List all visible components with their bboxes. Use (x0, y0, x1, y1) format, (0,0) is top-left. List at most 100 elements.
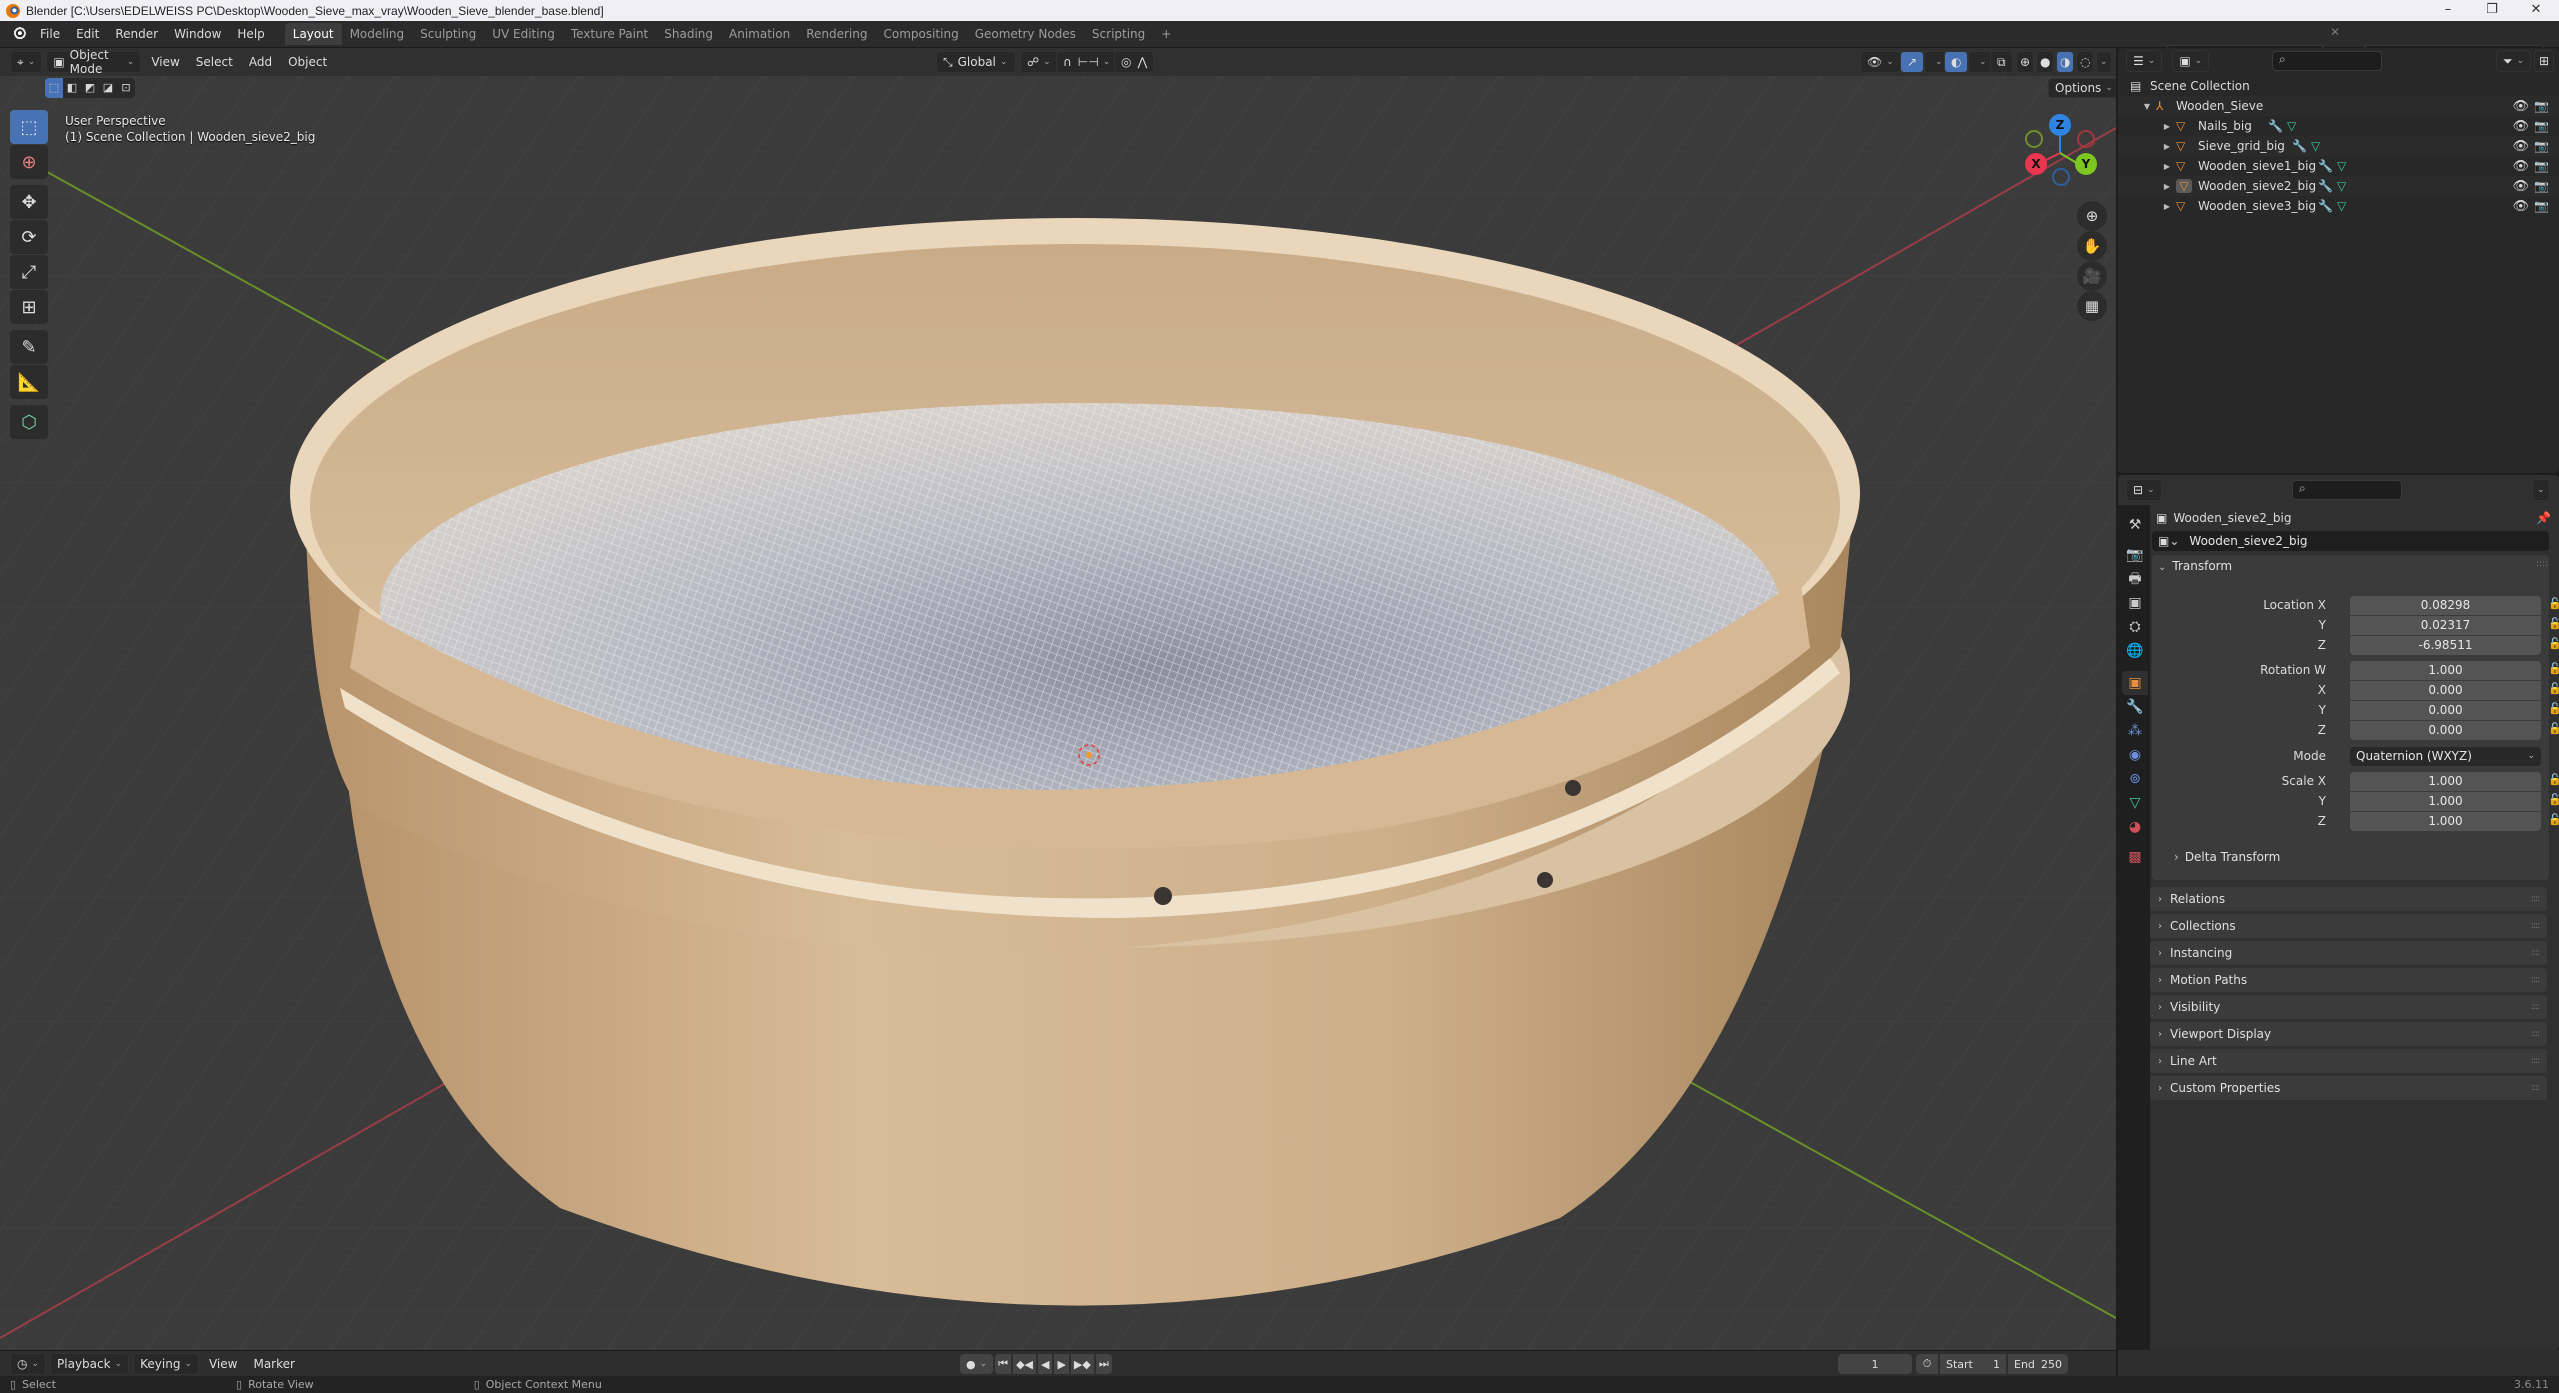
annotate-tool[interactable]: ✎ (10, 330, 48, 364)
play-reverse-button[interactable]: ◀ (1037, 1354, 1053, 1374)
lock-icon[interactable]: 🔓 (2548, 722, 2559, 735)
options-dropdown[interactable]: Options ⌄ (2048, 78, 2116, 98)
shading-wireframe[interactable]: ⊕ (2016, 51, 2035, 73)
pivot-point-dropdown[interactable]: ☍ ⌄ (1020, 51, 1058, 73)
panel-line-art[interactable]: › Line Art:::: (2150, 1049, 2547, 1073)
gizmo-neg-y-axis[interactable] (2025, 130, 2043, 148)
workspace-tab-rendering[interactable]: Rendering (798, 23, 875, 45)
modifier-wrench-icon[interactable]: 🔧 (2292, 139, 2307, 153)
drag-grip-icon[interactable]: :::: (2531, 1002, 2540, 1012)
tab-material[interactable]: ◕ (2122, 815, 2148, 839)
preview-range-toggle[interactable]: ⏱ (1916, 1354, 1938, 1374)
select-intersect-icon[interactable]: ⊡ (117, 78, 135, 98)
object-data-dropdown-icon[interactable]: ▣⌄ (2158, 534, 2179, 548)
visibility-eye-icon[interactable]: 👁 (2512, 99, 2529, 114)
start-frame-field[interactable]: Start 1 (1940, 1354, 2006, 1374)
properties-options-dropdown[interactable]: ⌄ (2532, 479, 2550, 501)
mode-dropdown[interactable]: ▣ Object Mode ⌄ (46, 48, 142, 76)
workspace-tab-sculpting[interactable]: Sculpting (412, 23, 484, 45)
rotation-z-field[interactable]: 0.000 (2350, 721, 2541, 740)
location-z-field[interactable]: -6.98511 (2350, 636, 2541, 655)
rotation-y-field[interactable]: 0.000 (2350, 701, 2541, 720)
lock-icon[interactable]: 🔓 (2548, 597, 2559, 610)
drag-grip-icon[interactable]: :::: (2531, 894, 2540, 904)
menu-render[interactable]: Render (107, 27, 166, 41)
tab-view-layer[interactable]: ▣ (2122, 591, 2148, 615)
tab-tool[interactable]: ⚒ (2122, 513, 2148, 537)
blender-menu-icon[interactable] (10, 26, 26, 42)
maximize-button[interactable]: ❐ (2472, 0, 2512, 21)
marker-menu[interactable]: Marker (247, 1353, 300, 1375)
new-collection-button[interactable]: ⊞ (2534, 50, 2555, 72)
pan-view-button[interactable]: ✋ (2077, 231, 2107, 261)
expand-right-icon[interactable]: ▶ (2162, 182, 2172, 191)
render-camera-icon[interactable]: 📷 (2534, 179, 2549, 193)
jump-next-keyframe-button[interactable]: ▶◆ (1070, 1354, 1094, 1374)
workspace-tab-scripting[interactable]: Scripting (1084, 23, 1153, 45)
modifier-wrench-icon[interactable]: 🔧 (2318, 199, 2333, 213)
transform-tool[interactable]: ⊞ (10, 290, 48, 324)
drag-grip-icon[interactable]: :::: (2531, 1056, 2540, 1066)
workspace-tab-compositing[interactable]: Compositing (875, 23, 966, 45)
tab-mesh-data[interactable]: ▽ (2122, 791, 2148, 815)
expand-right-icon[interactable]: ▶ (2162, 142, 2172, 151)
end-frame-field[interactable]: End 250 (2008, 1354, 2068, 1374)
play-button[interactable]: ▶ (1054, 1354, 1069, 1374)
menu-select[interactable]: Select (190, 51, 239, 73)
toggle-ortho-button[interactable]: ▦ (2077, 291, 2107, 321)
outliner-collection-wooden-sieve[interactable]: ▼ ⅄ Wooden_Sieve 👁 📷 (2118, 96, 2559, 116)
current-frame-field[interactable]: 1 (1838, 1354, 1912, 1374)
measure-tool[interactable]: 📐 (10, 365, 48, 399)
delete-scene-icon[interactable]: ✕ (2330, 25, 2340, 39)
zoom-view-button[interactable]: ⊕ (2077, 201, 2107, 231)
add-cube-tool[interactable]: ⬡ (10, 405, 48, 439)
gizmo-z-axis[interactable]: Z (2049, 114, 2071, 136)
menu-edit[interactable]: Edit (68, 27, 107, 41)
panel-custom-properties[interactable]: › Custom Properties:::: (2150, 1076, 2547, 1100)
snap-toggle[interactable]: ∩ ⊢⊣ ⌄ (1056, 51, 1118, 73)
jump-start-button[interactable]: ⏮ (995, 1354, 1012, 1374)
scale-tool[interactable]: ⤢ (10, 255, 48, 289)
gizmo-neg-z-axis[interactable] (2052, 168, 2070, 186)
menu-view[interactable]: View (145, 51, 185, 73)
lock-icon[interactable]: 🔓 (2548, 637, 2559, 650)
workspace-tab-uv-editing[interactable]: UV Editing (484, 23, 563, 45)
outliner-object-row[interactable]: ▶ ▽ Wooden_sieve3_big 🔧 ▽ 👁 📷 (2118, 196, 2559, 216)
editor-type-button[interactable]: ⌖ ⌄ (10, 51, 43, 73)
modifier-wrench-icon[interactable]: 🔧 (2318, 179, 2333, 193)
select-new-icon[interactable]: ⬚ (45, 78, 63, 98)
playback-menu[interactable]: Playback ⌄ (50, 1352, 130, 1375)
visibility-eye-icon[interactable]: 👁 (2512, 199, 2529, 214)
workspace-tab-geometry-nodes[interactable]: Geometry Nodes (967, 23, 1084, 45)
lock-icon[interactable]: 🔓 (2548, 617, 2559, 630)
workspace-tab-shading[interactable]: Shading (656, 23, 721, 45)
minimize-button[interactable]: – (2428, 0, 2468, 21)
tab-modifiers[interactable]: 🔧 (2122, 695, 2148, 719)
tab-render[interactable]: 📷 (2122, 543, 2148, 567)
tab-particles[interactable]: ⁂ (2122, 719, 2148, 743)
panel-relations[interactable]: › Relations:::: (2150, 887, 2547, 911)
3d-viewport[interactable]: ⌖ ⌄ ▣ Object Mode ⌄ View Select Add Object… (0, 48, 2116, 1350)
camera-view-button[interactable]: 🎥 (2077, 261, 2107, 291)
mesh-data-icon[interactable]: ▽ (2311, 139, 2320, 153)
select-invert-icon[interactable]: ◪ (99, 78, 117, 98)
rotation-x-field[interactable]: 0.000 (2350, 681, 2541, 700)
drag-grip-icon[interactable]: :::: (2531, 921, 2540, 931)
gizmo-neg-x-axis[interactable] (2077, 130, 2095, 148)
timeline-view-menu[interactable]: View (203, 1353, 243, 1375)
render-camera-icon[interactable]: 📷 (2534, 159, 2549, 173)
gizmo-x-axis[interactable]: X (2025, 153, 2047, 175)
lock-icon[interactable]: 🔓 (2548, 793, 2559, 806)
render-camera-icon[interactable]: 📷 (2534, 139, 2549, 153)
outliner-editor-type[interactable]: ☰ ⌄ (2126, 50, 2163, 72)
render-camera-icon[interactable]: 📷 (2534, 119, 2549, 133)
visibility-eye-icon[interactable]: 👁 (2512, 139, 2529, 154)
transform-orientation-dropdown[interactable]: ⤡ Global ⌄ (936, 51, 1016, 73)
visibility-eye-icon[interactable]: 👁 (2512, 159, 2529, 174)
proportional-editing-toggle[interactable]: ◎ ⋀ (1114, 51, 1155, 73)
move-tool[interactable]: ✥ (10, 185, 48, 219)
lock-icon[interactable]: 🔓 (2548, 662, 2559, 675)
select-extend-icon[interactable]: ◧ (63, 78, 81, 98)
tab-world[interactable]: 🌐 (2122, 639, 2148, 663)
mesh-data-icon[interactable]: ▽ (2337, 159, 2346, 173)
